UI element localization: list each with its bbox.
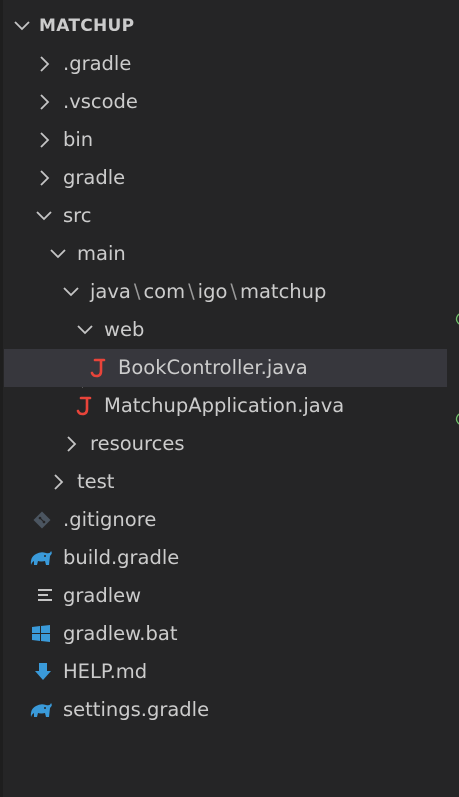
windows-icon	[30, 623, 52, 645]
tree-item-label: .gitignore	[63, 508, 157, 531]
tree-item-main-folder[interactable]: main	[4, 235, 447, 273]
chevron-right-icon	[34, 92, 54, 112]
chevron-right-icon	[48, 472, 68, 492]
tree-item-gitignore[interactable]: .gitignore	[4, 501, 447, 539]
tree-item-label: bin	[63, 128, 94, 151]
tree-item-label: src	[63, 204, 92, 227]
tree-item-gradlew[interactable]: gradlew	[4, 577, 447, 615]
chevron-down-icon	[34, 206, 54, 226]
gradle-elephant-icon	[28, 699, 52, 721]
tree-item-gradle-folder[interactable]: .gradle	[4, 45, 447, 83]
tree-item-build-gradle[interactable]: build.gradle	[4, 539, 447, 577]
path-segment: java	[90, 280, 131, 303]
tree-item-src-folder[interactable]: src	[4, 197, 447, 235]
path-separator: \	[188, 280, 195, 303]
path-segment: igo	[197, 280, 228, 303]
git-icon	[31, 509, 53, 531]
chevron-right-icon	[34, 54, 54, 74]
tree-item-web-folder[interactable]: web	[4, 311, 447, 349]
tree-item-resources-folder[interactable]: resources	[4, 425, 447, 463]
chevron-right-icon	[34, 168, 54, 188]
chevron-down-icon	[61, 282, 81, 302]
tree-item-package-folder[interactable]: java \ com \ igo \ matchup	[4, 273, 447, 311]
tree-item-label: java \ com \ igo \ matchup	[90, 273, 326, 311]
tree-item-settings-gradle[interactable]: settings.gradle	[4, 691, 447, 729]
path-segment: com	[143, 280, 186, 303]
tree-item-label: test	[77, 470, 115, 493]
tree-item-label: gradle	[63, 166, 126, 189]
tree-item-label: gradlew.bat	[63, 622, 178, 645]
tree-item-label: main	[77, 242, 126, 265]
tree-item-label: gradlew	[63, 584, 142, 607]
markdown-download-icon	[32, 661, 54, 683]
tree-item-gradle-dir[interactable]: gradle	[4, 159, 447, 197]
tree-item-label: MatchupApplication.java	[104, 394, 345, 417]
tree-item-bin-folder[interactable]: bin	[4, 121, 447, 159]
editor-gutter-mark	[453, 413, 459, 425]
explorer-section-header[interactable]: MATCHUP	[0, 7, 459, 45]
tree-item-book-controller[interactable]: BookController.java	[4, 349, 447, 387]
chevron-right-icon	[61, 434, 81, 454]
file-explorer: MATCHUP .gradle .vscode bin gradle src m…	[0, 0, 459, 797]
chevron-down-icon	[12, 16, 32, 36]
chevron-right-icon	[34, 130, 54, 150]
path-separator: \	[230, 280, 237, 303]
tree-item-gradlew-bat[interactable]: gradlew.bat	[4, 615, 447, 653]
tree-item-label: build.gradle	[63, 546, 180, 569]
tree-item-label: .vscode	[63, 90, 138, 113]
tree-item-label: resources	[90, 432, 185, 455]
java-icon	[74, 395, 96, 417]
gradle-elephant-icon	[28, 547, 52, 569]
tree-item-help-md[interactable]: HELP.md	[4, 653, 447, 691]
tree-item-label: HELP.md	[63, 660, 148, 683]
tree-item-label: settings.gradle	[63, 698, 210, 721]
tree-item-label: web	[104, 318, 145, 341]
lines-icon	[36, 585, 58, 607]
java-icon	[88, 357, 110, 379]
chevron-down-icon	[48, 244, 68, 264]
tree-item-test-folder[interactable]: test	[4, 463, 447, 501]
path-segment: matchup	[239, 280, 327, 303]
tree-item-vscode-folder[interactable]: .vscode	[4, 83, 447, 121]
panel-left-border	[0, 0, 3, 797]
tree-item-matchup-application[interactable]: MatchupApplication.java	[4, 387, 447, 425]
tree-item-label: .gradle	[63, 52, 132, 75]
chevron-down-icon	[75, 320, 95, 340]
path-separator: \	[133, 280, 141, 303]
project-title: MATCHUP	[39, 16, 135, 36]
tree-item-label: BookController.java	[118, 356, 308, 379]
editor-gutter-mark	[453, 313, 459, 325]
